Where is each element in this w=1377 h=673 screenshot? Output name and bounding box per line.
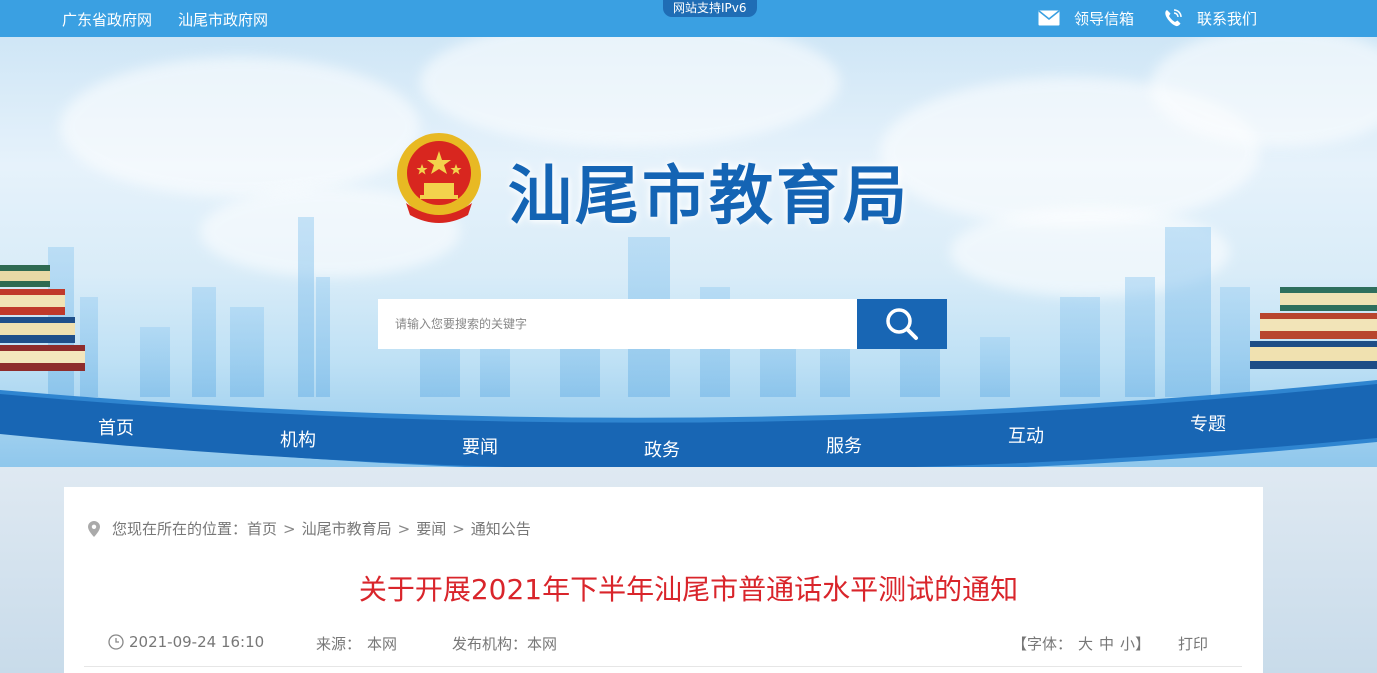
source-label: 来源：: [316, 635, 362, 653]
font-medium-button[interactable]: 中: [1099, 633, 1114, 654]
article-source: 来源： 本网: [316, 633, 397, 654]
breadcrumb-home[interactable]: 首页: [247, 518, 277, 539]
shanwei-gov-link[interactable]: 汕尾市政府网: [178, 9, 268, 30]
font-small-button[interactable]: 小: [1120, 633, 1135, 654]
nav-item-services[interactable]: 服务: [826, 432, 862, 458]
nav-item-topics[interactable]: 专题: [1190, 410, 1226, 436]
search-input[interactable]: [378, 299, 857, 349]
nav-item-organization[interactable]: 机构: [280, 426, 316, 452]
meta-divider: [84, 666, 1242, 667]
nav-item-home[interactable]: 首页: [98, 414, 134, 440]
print-button[interactable]: 打印: [1178, 633, 1208, 654]
publisher-label: 发布机构：: [452, 635, 528, 653]
search-button[interactable]: [857, 299, 947, 349]
breadcrumb-notices[interactable]: 通知公告: [471, 518, 531, 539]
main-nav-band: [0, 380, 1377, 470]
location-pin-icon: [88, 520, 100, 537]
mailbox-label: 领导信箱: [1074, 9, 1135, 28]
phone-icon: [1165, 9, 1182, 27]
contact-label: 联系我们: [1197, 9, 1258, 28]
publisher-value: 本网: [527, 635, 558, 653]
guangdong-gov-link[interactable]: 广东省政府网: [62, 9, 152, 30]
breadcrumb-separator: >: [452, 519, 465, 538]
source-value: 本网: [367, 635, 398, 653]
mail-icon: [1038, 10, 1060, 26]
nav-item-news[interactable]: 要闻: [462, 433, 498, 459]
nav-item-interaction[interactable]: 互动: [1008, 422, 1044, 448]
publish-datetime: 2021-09-24 16:10: [108, 633, 264, 651]
font-size-prefix: 【字体：: [1012, 635, 1073, 653]
nav-item-government-affairs[interactable]: 政务: [644, 436, 680, 462]
print-control: 打印: [1178, 633, 1208, 654]
top-bar: 广东省政府网 汕尾市政府网 网站支持IPv6 领导信箱 联系我们: [0, 0, 1377, 37]
breadcrumb-bureau[interactable]: 汕尾市教育局: [302, 518, 392, 539]
clock-icon: [108, 634, 124, 650]
national-emblem: [397, 133, 481, 223]
breadcrumb-separator: >: [283, 519, 296, 538]
breadcrumb-news[interactable]: 要闻: [416, 518, 446, 539]
cloud-decoration: [60, 57, 420, 197]
breadcrumb: 您现在所在的位置： 首页 > 汕尾市教育局 > 要闻 > 通知公告: [88, 518, 531, 539]
contact-us-link[interactable]: 联系我们: [1163, 6, 1257, 30]
font-large-button[interactable]: 大: [1078, 633, 1093, 654]
article-title: 关于开展2021年下半年汕尾市普通话水平测试的通知: [358, 573, 1019, 606]
breadcrumb-separator: >: [397, 519, 411, 538]
leader-mailbox-link[interactable]: 领导信箱: [1038, 6, 1134, 30]
ipv6-badge: 网站支持IPv6: [663, 0, 757, 17]
search-icon: [886, 308, 918, 340]
font-size-suffix: 】: [1135, 635, 1151, 653]
datetime-value: 2021-09-24 16:10: [129, 633, 265, 651]
font-size-control: 【字体： 大 中 小 】: [1012, 633, 1150, 654]
site-title: 汕尾市教育局: [508, 160, 910, 234]
cloud-decoration: [420, 37, 840, 147]
article-publisher: 发布机构： 本网: [452, 633, 557, 654]
breadcrumb-prefix: 您现在所在的位置：: [112, 520, 248, 538]
